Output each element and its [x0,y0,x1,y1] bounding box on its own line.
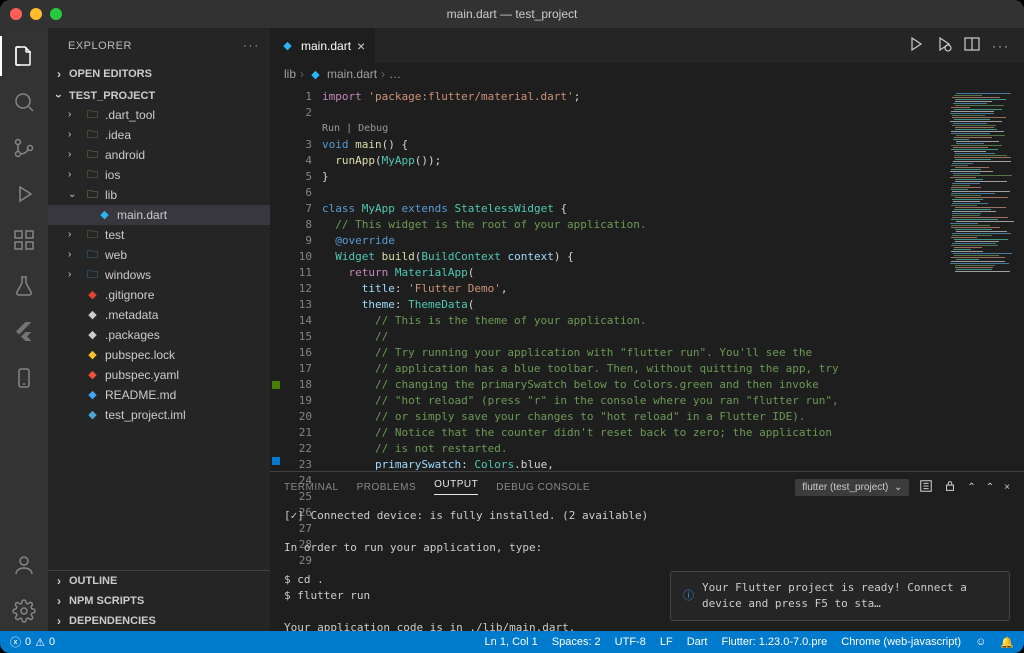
activity-bar [0,28,48,631]
folder-test[interactable]: ›🗀test [48,225,270,245]
file-tree: ›🗀.dart_tool›🗀.idea›🗀android›🗀ios⌄🗀lib◆m… [48,105,270,425]
status-spaces[interactable]: Spaces: 2 [552,636,601,648]
file-README-md[interactable]: ◆README.md [48,385,270,405]
folder-web[interactable]: ›🗀web [48,245,270,265]
split-editor-icon[interactable] [964,36,980,55]
folder--dart_tool[interactable]: ›🗀.dart_tool [48,105,270,125]
window-controls [10,8,62,20]
status-errors[interactable]: ⓧ 0 ⚠ 0 [10,634,55,650]
status-device[interactable]: Chrome (web-javascript) [841,636,961,648]
explorer-title: EXPLORER [68,40,132,52]
panel-tab-problems[interactable]: PROBLEMS [357,482,417,493]
folder-ios[interactable]: ›🗀ios [48,165,270,185]
activity-extensions-icon[interactable] [0,220,48,260]
editor-actions: ··· [908,28,1024,63]
clear-output-icon[interactable] [919,479,933,496]
close-window-icon[interactable] [10,8,22,20]
folder--idea[interactable]: ›🗀.idea [48,125,270,145]
panel-tab-debug-console[interactable]: DEBUG CONSOLE [496,482,590,493]
status-cursor[interactable]: Ln 1, Col 1 [485,636,538,648]
output-channel-select[interactable]: flutter (test_project) ⌄ [795,479,909,496]
activity-search-icon[interactable] [0,82,48,122]
activity-test-icon[interactable] [0,266,48,306]
section-outline[interactable]: ›OUTLINE [48,571,270,591]
file--gitignore[interactable]: ◆.gitignore [48,285,270,305]
section-project[interactable]: ›TEST_PROJECT [48,87,270,105]
more-actions-icon[interactable]: ··· [992,39,1010,53]
status-eol[interactable]: LF [660,636,673,648]
activity-settings-icon[interactable] [0,591,48,631]
section-dependencies[interactable]: ›DEPENDENCIES [48,611,270,631]
file-test_project-iml[interactable]: ◆test_project.iml [48,405,270,425]
file--packages[interactable]: ◆.packages [48,325,270,345]
zoom-window-icon[interactable] [50,8,62,20]
breadcrumb[interactable]: lib› ◆main.dart› … [270,63,1024,85]
status-language[interactable]: Dart [687,636,708,648]
status-encoding[interactable]: UTF-8 [615,636,646,648]
file-pubspec-lock[interactable]: ◆pubspec.lock [48,345,270,365]
close-tab-icon[interactable]: × [357,38,365,54]
debug-icon[interactable] [936,36,952,55]
more-icon[interactable]: ··· [243,40,260,52]
dart-file-icon: ◆ [280,38,295,53]
tab-main-dart[interactable]: ◆ main.dart × [270,28,376,63]
editor-group: ◆ main.dart × ··· lib› ◆main.dart› … 123… [270,28,1024,631]
section-npm-scripts[interactable]: ›NPM SCRIPTS [48,591,270,611]
vscode-window: main.dart — test_project EXPLORER ··· ›O… [0,0,1024,653]
tab-label: main.dart [301,39,351,53]
status-feedback-icon[interactable]: ☺ [975,636,986,648]
activity-flutter-icon[interactable] [0,312,48,352]
info-icon: ⓘ [683,588,694,604]
activity-account-icon[interactable] [0,545,48,585]
folder-windows[interactable]: ›🗀windows [48,265,270,285]
panel-tabs: TERMINAL PROBLEMS OUTPUT DEBUG CONSOLE f… [270,472,1024,502]
lock-scroll-icon[interactable] [943,479,957,496]
activity-run-debug-icon[interactable] [0,174,48,214]
output-body[interactable]: [✓] Connected device: is fully installed… [270,502,1024,631]
panel-up-icon[interactable]: ⌃ [967,482,975,493]
status-flutter-version[interactable]: Flutter: 1.23.0-7.0.pre [721,636,827,648]
folder-android[interactable]: ›🗀android [48,145,270,165]
sidebar: EXPLORER ··· ›OPEN EDITORS ›TEST_PROJECT… [48,28,270,631]
activity-source-control-icon[interactable] [0,128,48,168]
folder-lib[interactable]: ⌄🗀lib [48,185,270,205]
file-pubspec-yaml[interactable]: ◆pubspec.yaml [48,365,270,385]
status-bar: ⓧ 0 ⚠ 0 Ln 1, Col 1 Spaces: 2 UTF-8 LF D… [0,631,1024,653]
sidebar-header: EXPLORER ··· [48,28,270,63]
panel-close-icon[interactable]: × [1004,482,1010,493]
panel-tab-output[interactable]: OUTPUT [434,479,478,495]
toast-message: Your Flutter project is ready! Connect a… [702,580,997,612]
status-bell-icon[interactable]: 🔔 [1000,636,1014,649]
activity-explorer-icon[interactable] [0,36,48,76]
activity-device-icon[interactable] [0,358,48,398]
bottom-panel: TERMINAL PROBLEMS OUTPUT DEBUG CONSOLE f… [270,471,1024,631]
minimize-window-icon[interactable] [30,8,42,20]
file--metadata[interactable]: ◆.metadata [48,305,270,325]
code-editor[interactable]: 1234567891011121314151617181920212223242… [270,85,1024,471]
window-title: main.dart — test_project [0,7,1024,21]
tab-bar: ◆ main.dart × ··· [270,28,1024,63]
panel-maximize-icon[interactable]: ⌃ [986,482,994,493]
section-open-editors[interactable]: ›OPEN EDITORS [48,65,270,83]
minimap[interactable] [944,85,1024,471]
run-icon[interactable] [908,36,924,55]
titlebar[interactable]: main.dart — test_project [0,0,1024,28]
notification-toast[interactable]: ⓘ Your Flutter project is ready! Connect… [670,571,1010,621]
file-main-dart[interactable]: ◆main.dart [48,205,270,225]
